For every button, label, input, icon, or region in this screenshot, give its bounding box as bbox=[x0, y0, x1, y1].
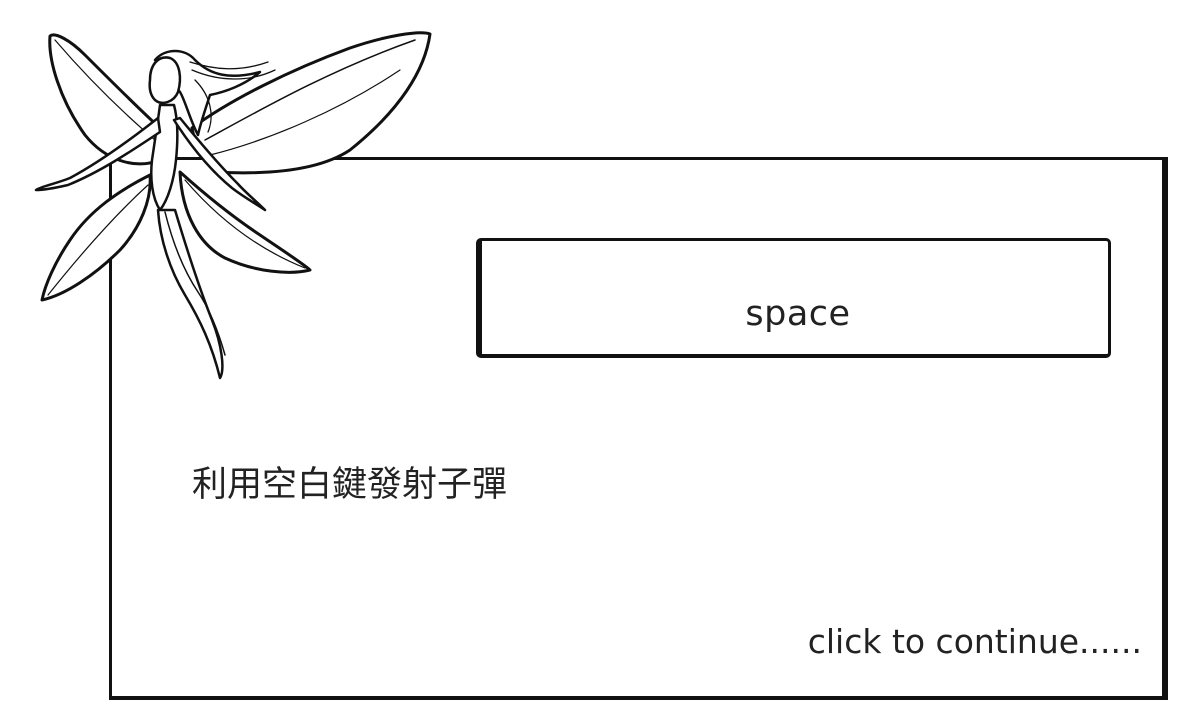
space-key-button[interactable]: space bbox=[476, 238, 1111, 358]
space-key-label: space bbox=[745, 294, 851, 334]
continue-prompt[interactable]: click to continue...... bbox=[808, 622, 1142, 661]
instruction-text: 利用空白鍵發射子彈 bbox=[192, 465, 508, 505]
